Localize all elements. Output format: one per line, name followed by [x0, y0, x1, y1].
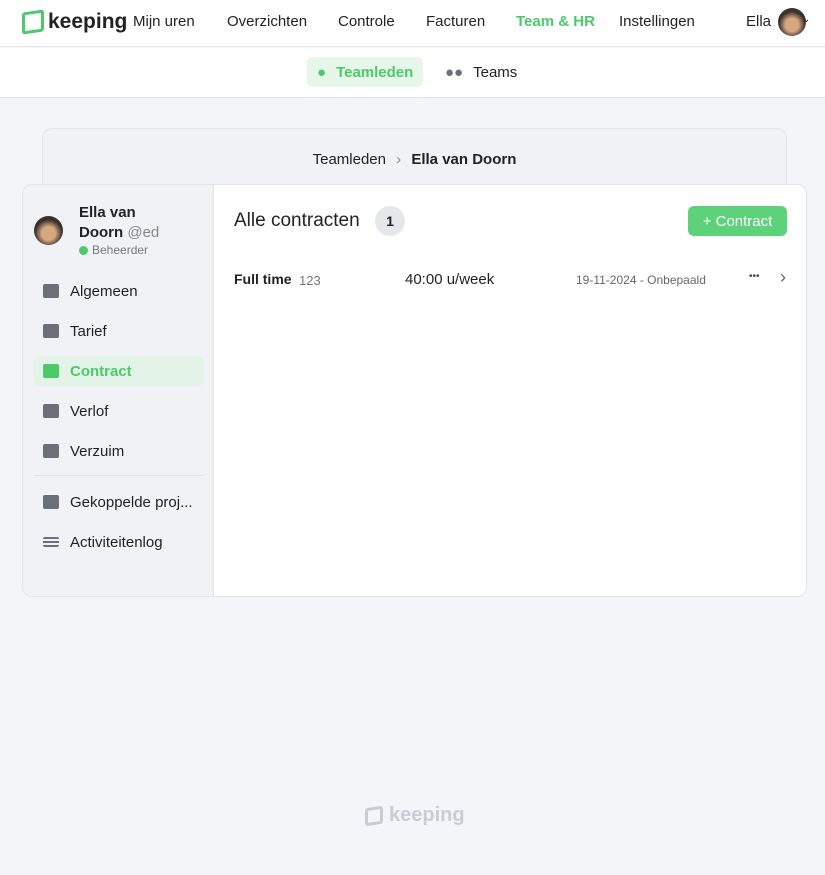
calendar-icon: [43, 404, 59, 418]
folder-icon: [43, 495, 59, 509]
sidebar-item-projecten[interactable]: Gekoppelde proj...: [34, 487, 204, 517]
nav-mijn-uren[interactable]: Mijn uren: [133, 13, 195, 30]
logo-icon: [365, 805, 383, 826]
people-icon: ●●: [445, 63, 464, 81]
nav-team-hr[interactable]: Team & HR: [516, 13, 595, 30]
person-icon: ●: [317, 63, 327, 81]
sub-nav: ● Teamleden ●● Teams: [0, 48, 825, 98]
sidebar-item-verlof[interactable]: Verlof: [34, 396, 204, 426]
nav-instellingen[interactable]: Instellingen: [619, 13, 695, 30]
page-title: Alle contracten: [234, 210, 360, 231]
more-icon[interactable]: •••: [749, 271, 760, 282]
contract-type: Full time: [234, 271, 292, 287]
contract-icon: [43, 364, 59, 378]
logo-icon: [22, 9, 44, 35]
contract-number: 123: [299, 273, 321, 288]
person-icon: [43, 284, 59, 298]
list-icon: [43, 537, 59, 547]
count-badge: 1: [375, 206, 405, 236]
profile-name: Ella van Doorn @ed: [79, 204, 160, 241]
chevron-right-icon[interactable]: ›: [780, 267, 786, 288]
chevron-right-icon: ›: [396, 151, 402, 168]
tab-teams[interactable]: ●● Teams: [435, 57, 527, 87]
contract-period: 19-11-2024 - Onbepaald: [576, 273, 706, 287]
breadcrumb-current: Ella van Doorn: [411, 151, 517, 168]
nav-facturen[interactable]: Facturen: [426, 13, 485, 30]
contract-hours: 40:00 u/week: [405, 271, 495, 288]
nav-overzichten[interactable]: Overzichten: [227, 13, 307, 30]
tab-teamleden[interactable]: ● Teamleden: [307, 57, 424, 87]
nav-controle[interactable]: Controle: [338, 13, 395, 30]
divider: [34, 475, 204, 476]
chevron-down-icon[interactable]: ⌄: [802, 14, 810, 25]
sidebar-item-contract[interactable]: Contract: [34, 356, 204, 386]
sidebar-item-activiteitenlog[interactable]: Activiteitenlog: [34, 527, 204, 557]
money-icon: [43, 324, 59, 338]
role-badge: Beheerder: [79, 243, 148, 257]
contract-row[interactable]: Full time 123 40:00 u/week 19-11-2024 - …: [234, 265, 794, 295]
user-name[interactable]: Ella: [746, 13, 771, 30]
medical-icon: [43, 444, 59, 458]
logo[interactable]: keeping: [22, 9, 127, 35]
sidebar-item-algemeen[interactable]: Algemeen: [34, 276, 204, 306]
top-nav: keeping Mijn uren Overzichten Controle F…: [0, 0, 825, 47]
sidebar: Ella van Doorn @ed Beheerder Algemeen Ta…: [23, 185, 214, 596]
breadcrumb-parent[interactable]: Teamleden: [313, 151, 386, 168]
sidebar-item-verzuim[interactable]: Verzuim: [34, 436, 204, 466]
member-card: Ella van Doorn @ed Beheerder Algemeen Ta…: [22, 184, 807, 597]
sidebar-item-tarief[interactable]: Tarief: [34, 316, 204, 346]
footer-logo: keeping: [365, 804, 465, 827]
profile-avatar: [34, 216, 63, 245]
add-contract-button[interactable]: + Contract: [688, 206, 787, 236]
status-dot-icon: [79, 245, 88, 255]
